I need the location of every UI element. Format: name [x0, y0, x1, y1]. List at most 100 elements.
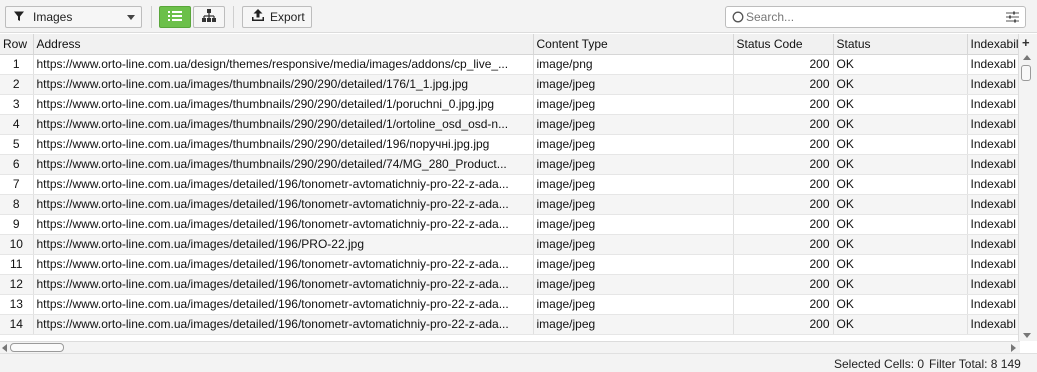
cell-status[interactable]: OK [833, 94, 968, 115]
cell-indexability[interactable]: Indexabl [967, 74, 1020, 95]
cell-indexability[interactable]: Indexabl [967, 314, 1020, 335]
vertical-scrollbar[interactable]: + [1018, 34, 1037, 341]
cell-status-code[interactable]: 200 [733, 114, 834, 135]
table-row[interactable]: 11 https://www.orto-line.com.ua/images/de… [0, 254, 1020, 275]
cell-status[interactable]: OK [833, 234, 968, 255]
cell-status[interactable]: OK [833, 54, 968, 75]
scroll-right-icon[interactable] [1011, 344, 1016, 352]
cell-indexability[interactable]: Indexabl [967, 254, 1020, 275]
cell-status-code[interactable]: 200 [733, 94, 834, 115]
list-view-button[interactable] [159, 6, 191, 28]
cell-content-type[interactable]: image/jpeg [533, 74, 734, 95]
vertical-scroll-thumb[interactable] [1021, 65, 1031, 81]
add-column-icon[interactable]: + [1022, 36, 1030, 49]
cell-status[interactable]: OK [833, 314, 968, 335]
table-row[interactable]: 3 https://www.orto-line.com.ua/images/thu… [0, 94, 1020, 115]
cell-row-number[interactable]: 6 [0, 154, 34, 175]
cell-address[interactable]: https://www.orto-line.com.ua/images/thum… [33, 134, 534, 155]
cell-address[interactable]: https://www.orto-line.com.ua/design/them… [33, 54, 534, 75]
cell-content-type[interactable]: image/jpeg [533, 154, 734, 175]
cell-content-type[interactable]: image/jpeg [533, 94, 734, 115]
cell-status-code[interactable]: 200 [733, 294, 834, 315]
column-header-address[interactable]: Address [33, 34, 534, 55]
cell-status-code[interactable]: 200 [733, 274, 834, 295]
column-header-row[interactable]: Row [0, 34, 34, 55]
cell-status[interactable]: OK [833, 254, 968, 275]
cell-content-type[interactable]: image/jpeg [533, 294, 734, 315]
cell-status[interactable]: OK [833, 74, 968, 95]
cell-address[interactable]: https://www.orto-line.com.ua/images/thum… [33, 114, 534, 135]
cell-content-type[interactable]: image/jpeg [533, 254, 734, 275]
cell-row-number[interactable]: 7 [0, 174, 34, 195]
cell-indexability[interactable]: Indexabl [967, 174, 1020, 195]
cell-status[interactable]: OK [833, 214, 968, 235]
search-box[interactable] [725, 6, 1026, 28]
cell-indexability[interactable]: Indexabl [967, 114, 1020, 135]
cell-address[interactable]: https://www.orto-line.com.ua/images/thum… [33, 74, 534, 95]
cell-status[interactable]: OK [833, 274, 968, 295]
cell-row-number[interactable]: 13 [0, 294, 34, 315]
cell-status-code[interactable]: 200 [733, 314, 834, 335]
column-header-status-code[interactable]: Status Code [733, 34, 834, 55]
cell-content-type[interactable]: image/jpeg [533, 174, 734, 195]
settings-sliders-icon[interactable] [1006, 11, 1019, 26]
table-row[interactable]: 5 https://www.orto-line.com.ua/images/thu… [0, 134, 1020, 155]
scroll-down-icon[interactable] [1023, 333, 1031, 338]
filter-dropdown[interactable]: Images [5, 6, 142, 28]
cell-content-type[interactable]: image/jpeg [533, 114, 734, 135]
cell-indexability[interactable]: Indexabl [967, 294, 1020, 315]
cell-content-type[interactable]: image/jpeg [533, 214, 734, 235]
cell-content-type[interactable]: image/jpeg [533, 314, 734, 335]
cell-row-number[interactable]: 8 [0, 194, 34, 215]
cell-address[interactable]: https://www.orto-line.com.ua/images/deta… [33, 174, 534, 195]
cell-address[interactable]: https://www.orto-line.com.ua/images/deta… [33, 274, 534, 295]
cell-indexability[interactable]: Indexabl [967, 134, 1020, 155]
table-row[interactable]: 8 https://www.orto-line.com.ua/images/det… [0, 194, 1020, 215]
cell-status[interactable]: OK [833, 114, 968, 135]
cell-status[interactable]: OK [833, 174, 968, 195]
cell-status-code[interactable]: 200 [733, 54, 834, 75]
cell-indexability[interactable]: Indexabl [967, 234, 1020, 255]
cell-row-number[interactable]: 9 [0, 214, 34, 235]
cell-status-code[interactable]: 200 [733, 194, 834, 215]
cell-status-code[interactable]: 200 [733, 134, 834, 155]
table-row[interactable]: 10 https://www.orto-line.com.ua/images/de… [0, 234, 1020, 255]
column-header-content-type[interactable]: Content Type [533, 34, 734, 55]
cell-content-type[interactable]: image/jpeg [533, 134, 734, 155]
export-button[interactable]: Export [242, 6, 312, 28]
cell-status-code[interactable]: 200 [733, 254, 834, 275]
cell-status[interactable]: OK [833, 294, 968, 315]
cell-status[interactable]: OK [833, 194, 968, 215]
cell-address[interactable]: https://www.orto-line.com.ua/images/deta… [33, 194, 534, 215]
cell-row-number[interactable]: 1 [0, 54, 34, 75]
table-row[interactable]: 4 https://www.orto-line.com.ua/images/thu… [0, 114, 1020, 135]
cell-status[interactable]: OK [833, 134, 968, 155]
cell-content-type[interactable]: image/jpeg [533, 274, 734, 295]
cell-status-code[interactable]: 200 [733, 234, 834, 255]
horizontal-scrollbar[interactable] [0, 341, 1020, 353]
cell-address[interactable]: https://www.orto-line.com.ua/images/deta… [33, 214, 534, 235]
column-header-status[interactable]: Status [833, 34, 968, 55]
column-header-indexability[interactable]: Indexabil [967, 34, 1020, 55]
cell-address[interactable]: https://www.orto-line.com.ua/images/deta… [33, 254, 534, 275]
cell-row-number[interactable]: 12 [0, 274, 34, 295]
cell-status[interactable]: OK [833, 154, 968, 175]
cell-row-number[interactable]: 14 [0, 314, 34, 335]
cell-address[interactable]: https://www.orto-line.com.ua/images/deta… [33, 314, 534, 335]
cell-status-code[interactable]: 200 [733, 214, 834, 235]
cell-status-code[interactable]: 200 [733, 154, 834, 175]
table-row[interactable]: 1 https://www.orto-line.com.ua/design/the… [0, 54, 1020, 75]
cell-content-type[interactable]: image/jpeg [533, 194, 734, 215]
cell-indexability[interactable]: Indexabl [967, 94, 1020, 115]
table-row[interactable]: 7 https://www.orto-line.com.ua/images/det… [0, 174, 1020, 195]
scroll-up-icon[interactable] [1023, 55, 1031, 60]
cell-content-type[interactable]: image/jpeg [533, 234, 734, 255]
cell-row-number[interactable]: 5 [0, 134, 34, 155]
cell-indexability[interactable]: Indexabl [967, 214, 1020, 235]
cell-indexability[interactable]: Indexabl [967, 194, 1020, 215]
table-row[interactable]: 14 https://www.orto-line.com.ua/images/de… [0, 314, 1020, 335]
cell-address[interactable]: https://www.orto-line.com.ua/images/deta… [33, 294, 534, 315]
tree-view-button[interactable] [193, 6, 225, 28]
cell-status-code[interactable]: 200 [733, 74, 834, 95]
table-row[interactable]: 9 https://www.orto-line.com.ua/images/det… [0, 214, 1020, 235]
